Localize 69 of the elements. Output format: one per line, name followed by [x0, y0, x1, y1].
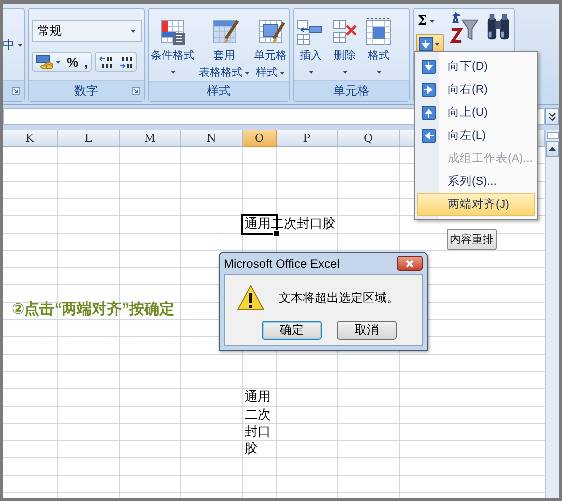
caret-icon — [435, 42, 440, 46]
column-header[interactable]: N — [181, 130, 243, 148]
autosum-button[interactable]: Σ — [416, 12, 444, 30]
up-arrow-icon — [549, 147, 556, 151]
delete-button[interactable]: 删除 — [330, 13, 360, 80]
instruction-text: ②点击“两端对齐”按确定 — [12, 300, 175, 319]
group-label: 单元格 — [334, 82, 370, 100]
caret-icon — [308, 70, 314, 74]
menu-item[interactable]: 向下(D) — [417, 55, 535, 78]
menu-item[interactable]: 系列(S)... — [417, 170, 535, 193]
caret-icon — [430, 20, 436, 22]
menu-item[interactable]: 向左(L) — [417, 124, 535, 147]
column-header[interactable]: M — [120, 130, 181, 148]
scroll-up-button[interactable] — [546, 141, 559, 157]
vertical-scrollbar[interactable] — [545, 130, 559, 498]
dialog-button[interactable]: 确定 — [262, 321, 322, 340]
warning-icon — [237, 285, 265, 311]
table-button[interactable]: 套用 表格格式 — [199, 13, 250, 81]
conditional-button[interactable]: 条件格式 — [151, 13, 195, 81]
arrow-right-icon — [422, 82, 436, 96]
number-format-dropdown[interactable]: 常规 — [32, 20, 142, 42]
column-header[interactable]: Q — [338, 130, 400, 148]
cell-text: 通用 — [245, 389, 271, 406]
close-icon — [406, 260, 414, 268]
expand-button[interactable] — [545, 108, 559, 125]
format-button[interactable]: 格式 — [364, 13, 394, 80]
cellstyle-button[interactable]: 单元格 样式 — [254, 13, 287, 81]
arrow-left-icon — [422, 128, 436, 142]
caret-icon — [170, 70, 176, 74]
arrow-down-icon — [422, 60, 436, 74]
dialog-launcher-icon — [132, 87, 140, 95]
decrease-decimal-icon — [119, 55, 134, 69]
menu-item[interactable]: 两端对齐(J) — [417, 193, 535, 216]
cell-text: 二次 — [245, 406, 271, 423]
merge-center-button[interactable]: 中 — [3, 37, 23, 54]
insert-button[interactable]: 插入 — [296, 13, 326, 80]
dialog-message: 文本将超出选定区域。 — [279, 290, 399, 306]
reflow-button[interactable]: 内容重排 — [447, 229, 497, 250]
double-chevron-icon — [548, 112, 556, 120]
column-header[interactable]: P — [277, 130, 338, 148]
caret-icon — [245, 72, 250, 74]
column-header[interactable]: K — [3, 130, 58, 148]
caret-icon — [342, 70, 348, 74]
column-header[interactable]: O — [243, 130, 277, 148]
split-box[interactable] — [546, 132, 558, 139]
dialog-title: Microsoft Office Excel — [224, 256, 340, 270]
arrow-up-icon — [422, 106, 436, 120]
dialog-button[interactable]: 取消 — [337, 321, 397, 340]
increase-decimal-icon — [99, 55, 114, 69]
group-label: 样式 — [207, 83, 231, 100]
cell-text: 胶 — [245, 441, 258, 458]
close-button[interactable] — [397, 256, 423, 271]
cell-text: 封口 — [245, 424, 271, 440]
format-cells-icon — [364, 17, 394, 47]
currency-icon — [36, 55, 54, 69]
caret-icon — [131, 30, 136, 32]
sort-filter-icon — [450, 12, 479, 46]
percent-button[interactable]: % — [64, 53, 82, 71]
caret-icon — [280, 72, 285, 74]
dialog-launcher-icon — [12, 87, 20, 95]
caret-icon — [376, 70, 382, 74]
column-header[interactable]: L — [58, 130, 120, 148]
caret-icon — [18, 44, 23, 47]
comma-button[interactable]: , — [82, 53, 92, 71]
arrow-down-icon — [419, 37, 433, 51]
menu-item[interactable]: 向上(U) — [417, 101, 535, 124]
menu-item[interactable]: 向右(R) — [417, 78, 535, 101]
group-label: 数字 — [74, 82, 98, 100]
caret-icon — [56, 60, 61, 64]
